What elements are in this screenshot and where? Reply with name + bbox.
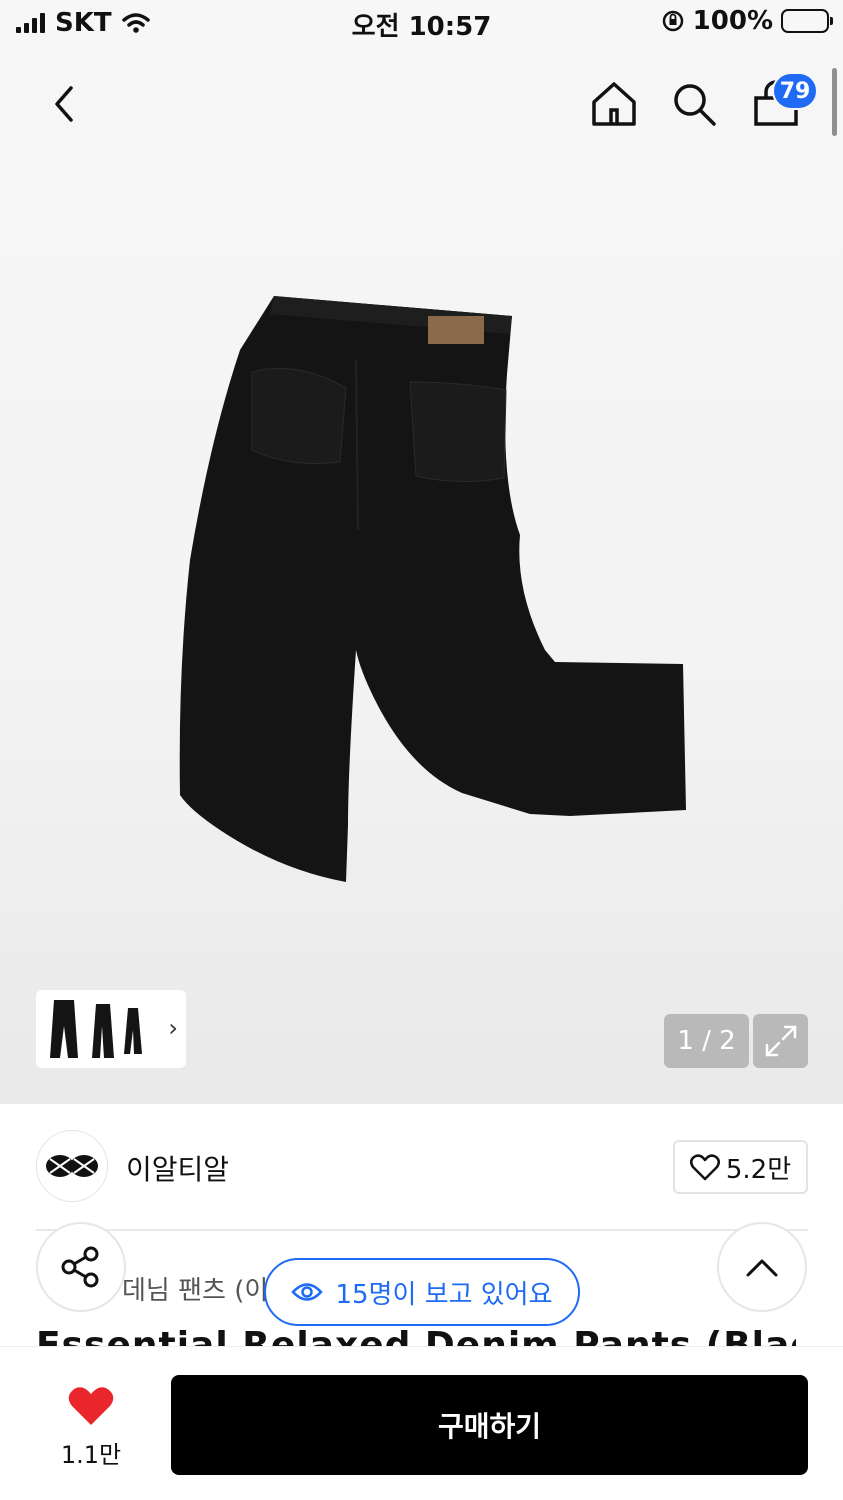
image-pager: 1 / 2 xyxy=(664,1014,749,1068)
product-image xyxy=(179,296,686,882)
back-button[interactable] xyxy=(36,74,92,134)
brand-like-button[interactable]: 5.2만 xyxy=(673,1140,808,1194)
brand-name[interactable]: 이알티알 xyxy=(126,1148,229,1188)
status-bar: SKT 오전 10:57 100% xyxy=(0,0,843,48)
status-right: 100% xyxy=(661,6,833,36)
product-title: Essential Relaxed Denim Pants (Black) xyxy=(36,1325,796,1346)
eye-icon xyxy=(291,1283,324,1301)
scroll-indicator xyxy=(832,68,837,136)
thumbnail-strip[interactable]: › xyxy=(36,990,186,1068)
heart-filled-icon xyxy=(68,1387,114,1425)
search-icon xyxy=(674,84,716,126)
search-button[interactable] xyxy=(666,74,722,134)
share-button[interactable] xyxy=(36,1222,126,1312)
battery-icon xyxy=(781,9,833,33)
brand-row: 이알티알 5.2만 xyxy=(36,1130,808,1202)
buy-button[interactable]: 구매하기 xyxy=(171,1375,808,1475)
share-icon xyxy=(61,1246,99,1288)
brand-logo-icon xyxy=(46,1155,98,1177)
expand-icon xyxy=(765,1025,796,1057)
scroll-top-button[interactable] xyxy=(717,1222,807,1312)
brand-logo[interactable] xyxy=(36,1130,108,1202)
home-icon xyxy=(592,82,636,126)
rotation-lock-icon xyxy=(662,10,683,32)
heart-outline-icon xyxy=(689,1154,720,1181)
thumbnail-image xyxy=(44,996,156,1062)
chevron-left-icon xyxy=(55,86,73,122)
brand-like-count: 5.2만 xyxy=(725,1154,792,1185)
divider xyxy=(36,1229,808,1231)
viewers-text: 15명이 보고 있어요 xyxy=(335,1279,553,1310)
product-like-count: 1.1만 xyxy=(60,1441,122,1469)
home-button[interactable] xyxy=(586,74,642,134)
bottom-action-bar: 1.1만 구매하기 xyxy=(0,1346,843,1500)
chevron-right-icon: › xyxy=(168,1014,178,1042)
cart-count-badge: 79 xyxy=(772,72,818,110)
expand-button[interactable] xyxy=(753,1014,808,1068)
viewers-badge: 15명이 보고 있어요 xyxy=(264,1258,580,1326)
product-like-button[interactable]: 1.1만 xyxy=(46,1385,136,1470)
chevron-up-icon xyxy=(746,1259,778,1277)
battery-percent: 100% xyxy=(692,6,773,36)
top-nav xyxy=(0,60,843,150)
product-gallery[interactable]: SKT 오전 10:57 100% 79 › 1 / 2 xyxy=(0,0,843,1104)
